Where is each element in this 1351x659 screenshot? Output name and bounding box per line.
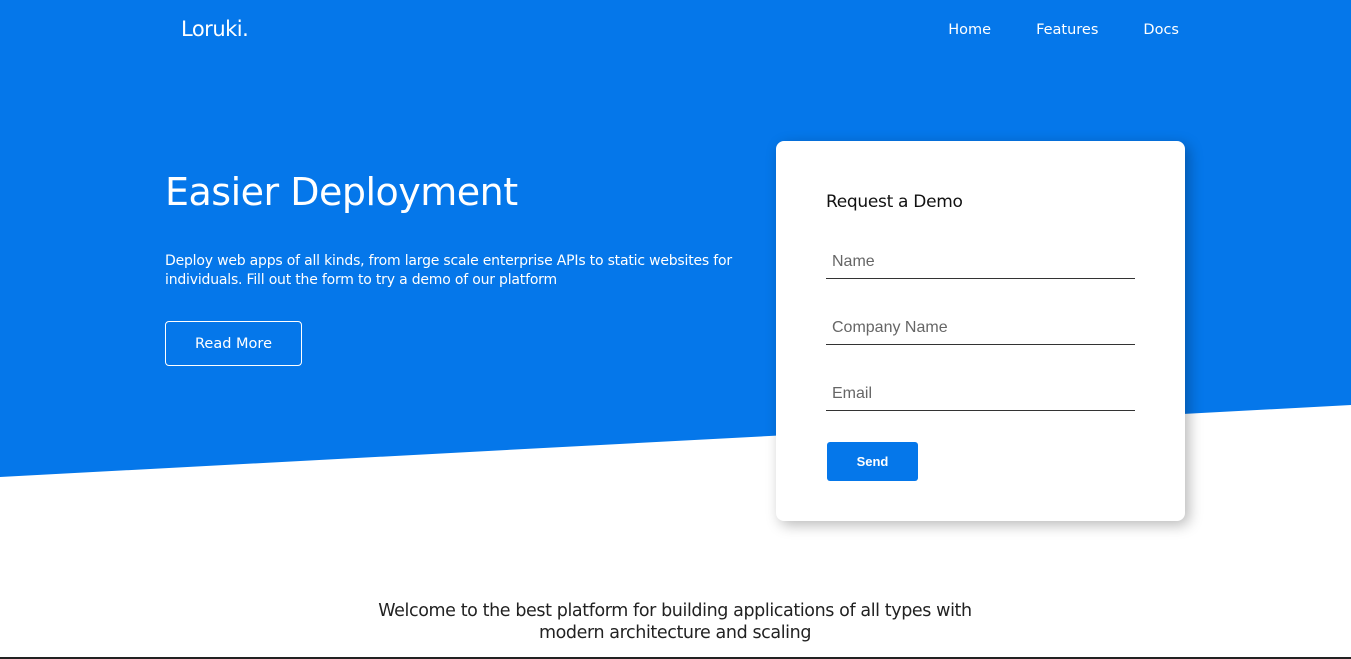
logo[interactable]: Loruki. <box>181 17 249 41</box>
hero-title: Easier Deployment <box>165 170 518 214</box>
read-more-button[interactable]: Read More <box>165 321 302 366</box>
demo-form-title: Request a Demo <box>826 192 963 212</box>
email-field[interactable] <box>826 377 1135 411</box>
nav-links: Home Features Docs <box>903 22 1179 38</box>
nav-item-features[interactable]: Features <box>1036 22 1098 38</box>
name-field[interactable] <box>826 245 1135 279</box>
navbar: Loruki. Home Features Docs <box>0 0 1351 64</box>
welcome-text: Welcome to the best platform for buildin… <box>378 601 972 643</box>
company-name-field[interactable] <box>826 311 1135 345</box>
nav-item-home[interactable]: Home <box>948 22 991 38</box>
hero-description: Deploy web apps of all kinds, from large… <box>165 253 732 288</box>
send-button[interactable]: Send <box>827 442 918 481</box>
demo-request-card: Request a Demo Send <box>776 141 1185 521</box>
nav-item-docs[interactable]: Docs <box>1143 22 1179 38</box>
